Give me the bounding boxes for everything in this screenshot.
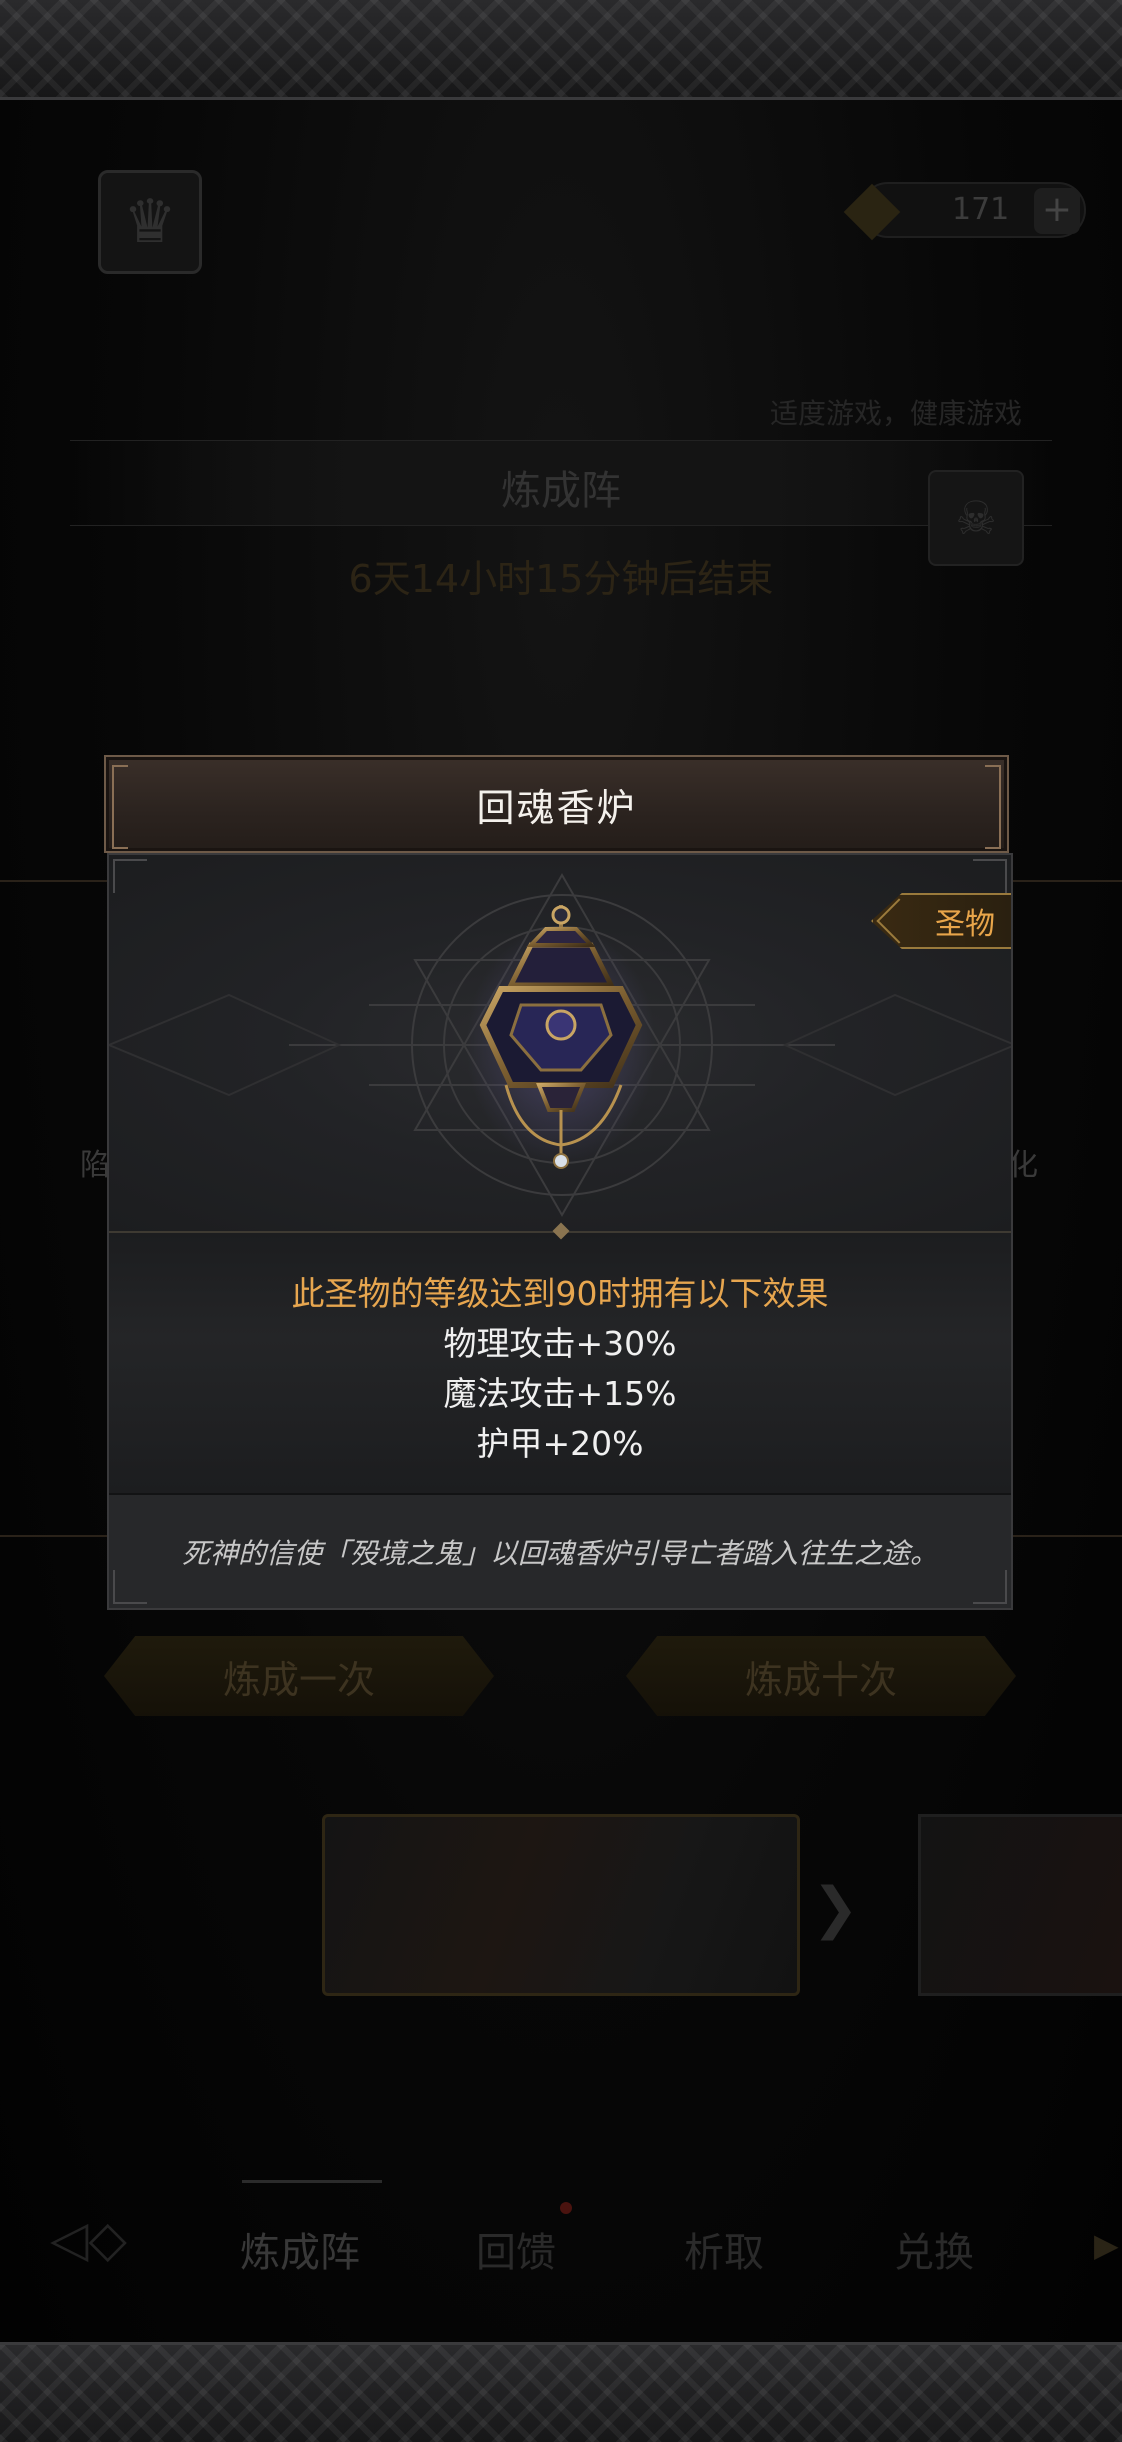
health-notice: 适度游戏，健康游戏 xyxy=(770,397,1023,430)
currency-value: 171 xyxy=(952,192,1010,227)
item-detail-panel: 圣物 此圣物的等级达到90时拥有以下效果 物理攻击+30% 魔法攻击+15% 护… xyxy=(107,853,1013,1610)
effect-physical-attack: 物理攻击+30% xyxy=(443,1324,677,1363)
side-label-left: 陷 xyxy=(80,1148,110,1183)
craft-once-button[interactable]: 炼成一次 xyxy=(104,1636,494,1716)
banner-next-icon[interactable]: ❯ xyxy=(812,1876,859,1941)
modal-header: 回魂香炉 xyxy=(104,755,1009,853)
next-banner[interactable] xyxy=(918,1814,1122,1996)
currency-display: 171 + xyxy=(843,182,1086,241)
emblem-icon[interactable]: ☠ xyxy=(928,470,1024,566)
effects-section: 此圣物的等级达到90时拥有以下效果 物理攻击+30% 魔法攻击+15% 护甲+2… xyxy=(109,1222,1011,1493)
tab-forge-array[interactable]: 炼成阵 xyxy=(240,2220,360,2278)
corner-ornament xyxy=(973,859,1007,893)
bottom-nav: ◁◇ 炼成阵 回馈 析取 兑换 ▶ xyxy=(0,2180,1122,2310)
effect-armor: 护甲+20% xyxy=(476,1424,644,1463)
tab-exchange[interactable]: 兑换 xyxy=(894,2220,974,2278)
item-showcase: 圣物 xyxy=(109,855,1011,1231)
corner-ornament xyxy=(973,1570,1007,1604)
featured-banner[interactable] xyxy=(322,1814,800,1996)
modal-title: 回魂香炉 xyxy=(476,785,637,830)
incense-burner-icon xyxy=(466,905,656,1169)
more-tabs-icon[interactable]: ▶ xyxy=(1094,2226,1119,2264)
bottom-ornament-bar xyxy=(0,2342,1122,2442)
corner-ornament xyxy=(113,859,147,893)
corner-ornament xyxy=(113,1570,147,1604)
flavor-text: 死神的信使「殁境之鬼」以回魂香炉引导亡者踏入往生之途。 xyxy=(109,1493,1011,1608)
add-currency-button[interactable]: + xyxy=(1034,188,1080,234)
notification-dot xyxy=(560,2202,572,2214)
active-tab-indicator xyxy=(242,2180,382,2183)
craft-ten-button[interactable]: 炼成十次 xyxy=(626,1636,1016,1716)
crown-icon[interactable]: ♛ xyxy=(98,170,202,274)
top-ornament-bar xyxy=(0,0,1122,100)
back-arrow-icon[interactable]: ◁◇ xyxy=(50,2210,180,2276)
effect-magic-attack: 魔法攻击+15% xyxy=(443,1374,677,1413)
effects-heading: 此圣物的等级达到90时拥有以下效果 xyxy=(291,1274,829,1313)
tab-extract[interactable]: 析取 xyxy=(684,2220,764,2278)
tab-feedback[interactable]: 回馈 xyxy=(476,2220,556,2278)
